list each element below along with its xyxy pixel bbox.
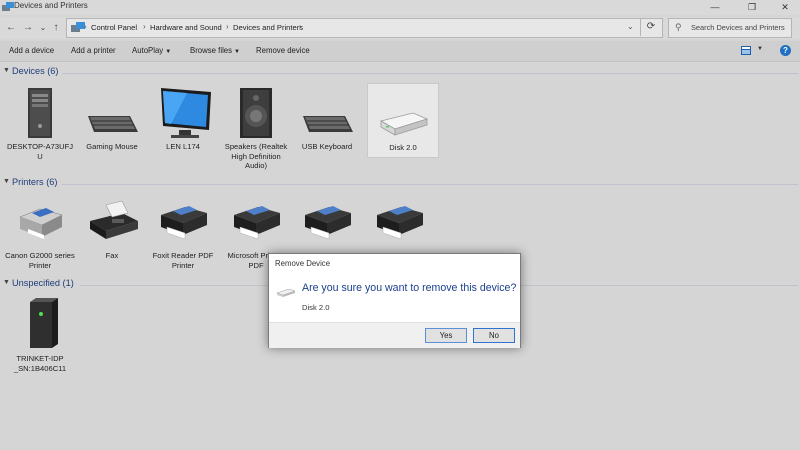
breadcrumb-devices-and-printers[interactable]: Devices and Printers xyxy=(233,23,303,32)
computer-tower-icon xyxy=(28,88,52,138)
no-button[interactable]: No xyxy=(473,328,515,343)
device-item-selected[interactable]: Disk 2.0 xyxy=(367,83,439,158)
device-item[interactable]: LEN L174 xyxy=(148,86,218,152)
search-icon: ⚲ xyxy=(675,22,682,32)
printer-icon xyxy=(377,206,423,240)
usb-drive-icon xyxy=(379,112,429,136)
device-label: USB Keyboard xyxy=(301,142,353,151)
printer-item[interactable]: Fax xyxy=(77,199,147,261)
dialog-question: Are you sure you want to remove this dev… xyxy=(302,282,517,294)
chevron-down-icon: ▼ xyxy=(234,49,240,55)
section-divider xyxy=(62,73,798,74)
dialog-device-name: Disk 2.0 xyxy=(302,303,330,312)
remove-device-dialog: Remove Device Are you sure you want to r… xyxy=(268,253,521,348)
printer-icon xyxy=(161,206,207,240)
dialog-title: Remove Device xyxy=(275,259,331,268)
breadcrumb-separator: › xyxy=(84,22,87,31)
section-label-devices: Devices (6) xyxy=(12,66,59,76)
device-label: TRINKET-IDP _SN:1B406C11 xyxy=(13,354,67,373)
breadcrumb-separator: › xyxy=(143,22,146,31)
printer-item[interactable] xyxy=(364,199,434,251)
section-header-devices[interactable]: ▼ Devices (6) xyxy=(0,66,800,80)
speaker-icon xyxy=(240,88,272,138)
printer-label: Fax xyxy=(105,251,119,260)
printer-icon xyxy=(305,206,351,240)
command-bar: Add a device Add a printer AutoPlay ▼ Bro… xyxy=(0,41,800,62)
browse-files-label: Browse files xyxy=(190,46,233,55)
browse-files-button[interactable]: Browse files ▼ xyxy=(190,46,240,55)
printer-icon xyxy=(19,208,63,239)
section-header-printers[interactable]: ▼ Printers (6) xyxy=(0,177,800,191)
device-label: Gaming Mouse xyxy=(86,142,138,151)
forward-button[interactable]: → xyxy=(22,21,34,35)
yes-button[interactable]: Yes xyxy=(425,328,467,343)
chevron-down-icon[interactable]: ▼ xyxy=(757,46,763,52)
minimize-icon: — xyxy=(710,2,720,12)
breadcrumb-hardware-and-sound[interactable]: Hardware and Sound xyxy=(150,23,222,32)
printer-item[interactable]: Canon G2000 series Printer xyxy=(5,199,75,270)
breadcrumb-separator: › xyxy=(299,22,302,31)
autoplay-button[interactable]: AutoPlay ▼ xyxy=(132,46,171,55)
device-item[interactable]: USB Keyboard xyxy=(292,86,362,152)
printer-label: Foxit Reader PDF Printer xyxy=(152,251,214,270)
recent-locations-dropdown[interactable]: ⌄ xyxy=(37,21,49,35)
section-label-printers: Printers (6) xyxy=(12,177,58,187)
device-item[interactable]: Speakers (Realtek High Definition Audio) xyxy=(221,86,291,171)
search-box[interactable]: ⚲ Search Devices and Printers xyxy=(668,18,792,38)
device-box-icon xyxy=(30,298,58,348)
autoplay-label: AutoPlay xyxy=(132,46,164,55)
remove-device-button[interactable]: Remove device xyxy=(256,46,310,55)
title-bar: Devices and Printers — ❐ ✕ xyxy=(0,0,800,15)
monitor-icon xyxy=(161,88,211,138)
address-bar[interactable]: › Control Panel › Hardware and Sound › D… xyxy=(66,18,663,38)
add-device-button[interactable]: Add a device xyxy=(9,46,54,55)
device-label: LEN L174 xyxy=(166,142,200,151)
device-label: Disk 2.0 xyxy=(389,143,417,152)
address-dropdown-button[interactable]: ⌄ xyxy=(627,22,634,31)
usb-drive-icon xyxy=(277,289,295,297)
printer-icon xyxy=(234,206,280,240)
view-options-icon[interactable] xyxy=(741,46,751,55)
breadcrumb-separator: › xyxy=(226,22,229,31)
device-item[interactable]: DESKTOP-A73UFJ U xyxy=(5,86,75,161)
printer-item[interactable]: Foxit Reader PDF Printer xyxy=(148,199,218,270)
printer-item[interactable] xyxy=(292,199,362,251)
back-button[interactable]: ← xyxy=(5,21,17,35)
device-label: DESKTOP-A73UFJ U xyxy=(6,142,74,161)
dialog-footer: Yes No xyxy=(269,322,520,348)
window-title: Devices and Printers xyxy=(14,1,88,10)
refresh-button[interactable]: ⟳ xyxy=(640,18,661,36)
section-divider xyxy=(62,184,798,185)
search-input[interactable]: Search Devices and Printers xyxy=(691,23,785,32)
chevron-down-icon: ▼ xyxy=(3,67,10,74)
device-item[interactable]: Gaming Mouse xyxy=(77,86,147,152)
maximize-icon: ❐ xyxy=(747,2,757,12)
chevron-down-icon: ▼ xyxy=(3,279,10,286)
refresh-icon: ⟳ xyxy=(646,21,656,32)
printer-label: Canon G2000 series Printer xyxy=(5,251,75,270)
keyboard-icon xyxy=(88,116,138,132)
close-icon: ✕ xyxy=(781,2,789,12)
section-label-unspecified: Unspecified (1) xyxy=(12,278,74,288)
devices-printers-icon xyxy=(71,22,85,32)
unspecified-item[interactable]: TRINKET-IDP _SN:1B406C11 xyxy=(5,298,75,373)
fax-icon xyxy=(90,200,138,239)
help-icon[interactable]: ? xyxy=(780,45,791,56)
navigation-bar: ← → ⌄ ↑ › Control Panel › Hardware and S… xyxy=(0,17,800,39)
maximize-button[interactable]: ❐ xyxy=(735,0,769,15)
devices-printers-icon xyxy=(2,2,14,11)
keyboard-icon xyxy=(303,116,353,132)
device-label: Speakers (Realtek High Definition Audio) xyxy=(224,142,288,170)
minimize-button[interactable]: — xyxy=(698,0,732,15)
close-button[interactable]: ✕ xyxy=(768,0,800,15)
up-button[interactable]: ↑ xyxy=(50,21,62,35)
chevron-down-icon: ▼ xyxy=(3,178,10,185)
chevron-down-icon: ▼ xyxy=(165,49,172,55)
breadcrumb-control-panel[interactable]: Control Panel xyxy=(91,23,137,32)
add-printer-button[interactable]: Add a printer xyxy=(71,46,116,55)
